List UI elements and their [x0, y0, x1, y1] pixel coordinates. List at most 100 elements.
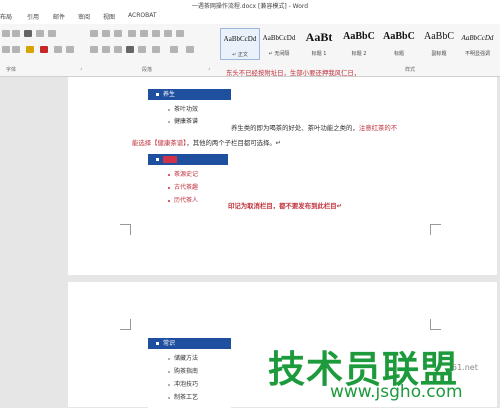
distributed-icon[interactable] [138, 46, 146, 53]
style-preview: AaBbCcDd [461, 34, 494, 42]
list-item: 历代茶人 [168, 195, 198, 204]
clear-format-icon[interactable] [24, 30, 32, 37]
crop-mark [120, 224, 131, 235]
enclose-char-icon[interactable] [66, 46, 74, 53]
paragraph-shading-icon[interactable] [170, 46, 178, 53]
multilevel-list-icon[interactable] [114, 30, 122, 37]
list-item-label: 茶叶功效 [174, 106, 199, 113]
square-bullet-icon [156, 158, 159, 161]
font-color-icon[interactable] [40, 46, 48, 53]
style-preview: AaBbC [383, 31, 415, 42]
align-right-icon[interactable] [114, 46, 122, 53]
tab-view[interactable]: 视图 [103, 12, 115, 21]
list-item: 古代茶趣 [168, 182, 198, 191]
style-subtle-emphasis[interactable]: AaBbCcDd 不明显强调 [460, 28, 495, 58]
justify-icon[interactable] [126, 46, 134, 53]
numbering-icon[interactable] [102, 30, 110, 37]
style-normal[interactable]: AaBbCcDd ↵ 正文 [220, 28, 260, 60]
char-shading-icon[interactable] [54, 46, 62, 53]
tab-mailings[interactable]: 邮件 [53, 12, 65, 21]
panel-header-label: 养生 [163, 91, 176, 98]
dot-icon [168, 370, 170, 373]
borders-icon[interactable] [186, 46, 194, 53]
highlight-icon[interactable] [26, 46, 34, 53]
clipped-text: 东头不已经按附址日，生部小要还押我风仁日， [226, 69, 361, 77]
watermark-corner-text: 51.net [452, 363, 478, 372]
style-name: 标题 [393, 51, 404, 57]
tab-review[interactable]: 审阅 [78, 12, 90, 21]
style-subtitle[interactable]: AaBbC 副标题 [420, 28, 458, 58]
align-left-icon[interactable] [90, 46, 98, 53]
tab-references[interactable]: 引用 [27, 12, 39, 21]
style-no-spacing[interactable]: AaBbCcDd ↵ 无间隔 [260, 28, 298, 58]
list-item-label: 储藏方法 [174, 355, 199, 362]
crop-mark [430, 224, 441, 235]
style-preview: AaBbCcDd [223, 35, 257, 43]
dot-icon [168, 108, 170, 111]
font-dialog-launcher-icon[interactable]: ⌟ [80, 65, 82, 71]
style-heading2[interactable]: AaBbC 标题 2 [340, 28, 378, 58]
list-item: 健康茶谱 [168, 116, 198, 125]
decrease-indent-icon[interactable] [128, 30, 136, 37]
style-heading1[interactable]: AaBt 标题 1 [300, 28, 338, 58]
align-center-icon[interactable] [102, 46, 110, 53]
list-item: 茶源史记 [168, 169, 198, 178]
group-font-label: 字体 [6, 67, 17, 73]
nav-panel-history: 茶源史记 古代茶趣 历代茶人 [148, 154, 228, 206]
list-item-label: 冲泡技巧 [174, 381, 199, 388]
style-preview: AaBbC [343, 31, 375, 42]
line-spacing-icon[interactable] [152, 46, 160, 53]
title-bar: 一週茶网操作流程.docx [兼容模式] - Word [0, 0, 500, 10]
style-name: 副标题 [431, 51, 447, 57]
watermark-url: www.jsgho.com [330, 382, 463, 402]
nav-panel-knowledge: 常识 储藏方法 购茶指南 冲泡技巧 制茶工艺 [148, 338, 231, 408]
list-item-label: 健康茶谱 [174, 118, 199, 125]
subscript-icon[interactable] [2, 46, 10, 53]
list-item: 购茶指南 [168, 366, 198, 375]
style-preview: AaBt [305, 30, 333, 44]
style-name: 不明显强调 [464, 51, 490, 57]
list-item-label: 购茶指南 [174, 368, 199, 375]
font-size-down-icon[interactable] [2, 30, 10, 37]
bullets-icon[interactable] [90, 30, 98, 37]
header-highlight [163, 156, 177, 163]
char-border-icon[interactable] [48, 30, 56, 37]
panel-header: 养生 [148, 89, 231, 100]
sort-icon[interactable] [164, 30, 172, 37]
paragraph-line: 养生类的即为喝茶的好处、茶叶功能之类的，注意红茶的不 [231, 123, 397, 132]
dot-icon [168, 199, 170, 202]
list-item: 制茶工艺 [168, 392, 198, 401]
text-run: 养生类的即为喝茶的好处、茶叶功能之类的， [231, 124, 359, 132]
menu-bar: 布局 引用 邮件 审阅 视图 ACROBAT [0, 9, 500, 24]
tab-layout[interactable]: 布局 [0, 12, 12, 21]
group-paragraph-label: 段落 [142, 67, 153, 73]
dot-icon [168, 357, 170, 360]
style-name: 标题 2 [351, 51, 367, 57]
panel-header-label: 常识 [163, 340, 176, 347]
style-name: ↵ 正文 [232, 52, 248, 58]
list-item: 储藏方法 [168, 353, 198, 362]
square-bullet-icon [156, 342, 159, 345]
list-item-label: 茶源史记 [174, 171, 199, 178]
page: 东头不已经按附址日，生部小要还押我风仁日， 养生 茶叶功效 健康茶谱 养生类的即… [68, 69, 497, 275]
group-styles-label: 样式 [405, 67, 416, 73]
tab-acrobat[interactable]: ACROBAT [128, 12, 157, 19]
text-run-red: 注意红茶的不 [358, 124, 398, 132]
paragraph-dialog-launcher-icon[interactable]: ⌟ [208, 65, 210, 71]
change-case-icon[interactable] [12, 30, 20, 37]
chinese-layout-icon[interactable] [152, 30, 160, 37]
increase-indent-icon[interactable] [140, 30, 148, 37]
square-bullet-icon [156, 93, 159, 96]
show-marks-icon[interactable] [176, 30, 184, 37]
style-title[interactable]: AaBbC 标题 [380, 28, 418, 58]
style-preview: AaBbCcDd [262, 34, 296, 42]
nav-panel-health: 养生 茶叶功效 健康茶谱 [148, 89, 231, 129]
crop-mark [430, 319, 441, 330]
dot-icon [168, 173, 170, 176]
phonetic-icon[interactable] [36, 30, 44, 37]
crop-mark [120, 319, 131, 330]
text-run: ，其他的两个子栏目都可选择。↵ [186, 139, 282, 147]
style-preview: AaBbC [424, 31, 454, 42]
superscript-icon[interactable] [12, 46, 20, 53]
list-item-label: 历代茶人 [174, 197, 199, 204]
